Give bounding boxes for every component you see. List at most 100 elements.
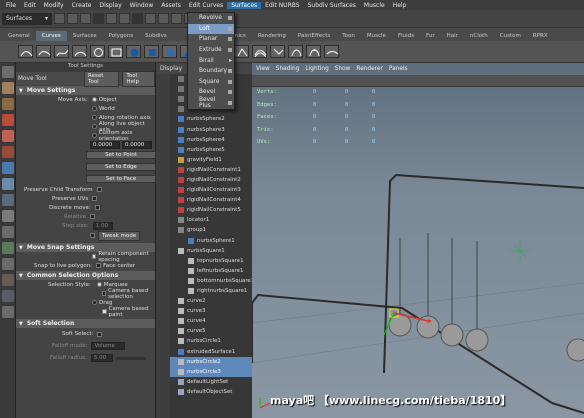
menu-modify[interactable]: Modify (40, 2, 68, 9)
outliner-item[interactable]: rigidNailConstraint5 (170, 205, 255, 215)
layout-icon[interactable] (2, 290, 14, 302)
shelf-tab-painteffects[interactable]: PaintEffects (292, 31, 336, 41)
axis-custom-radio[interactable] (92, 133, 97, 138)
option-box-icon[interactable] (228, 37, 232, 42)
relative-checkbox[interactable] (90, 214, 96, 219)
shelf-tab-custom[interactable]: Custom (494, 31, 527, 41)
falloff-radius-field[interactable]: 5.00 (90, 354, 113, 362)
outliner-item[interactable]: locator1 (170, 215, 255, 225)
outliner-item[interactable]: rigidNailConstraint2 (170, 175, 255, 185)
outliner-item[interactable]: nurbsSphere4 (170, 135, 255, 145)
bezier-icon[interactable] (306, 45, 321, 58)
viewport-menu-lighting[interactable]: Lighting (305, 66, 328, 75)
menu-display[interactable]: Display (96, 2, 126, 9)
tweak-mode-label[interactable]: Tweak mode (98, 231, 141, 241)
cylinder-icon[interactable] (162, 45, 177, 58)
common-selection-section[interactable]: ▼ Common Selection Options (16, 271, 155, 280)
shelf-tab-toon[interactable]: Toon (336, 31, 361, 41)
outliner-item[interactable]: nurbsSphere1 (170, 236, 255, 246)
save-scene-icon[interactable] (80, 13, 91, 24)
outliner-item[interactable]: nurbsSquare1 (170, 246, 255, 256)
viewport-menu-show[interactable]: Show (335, 66, 351, 75)
menu-subdiv-surfaces[interactable]: Subdiv Surfaces (304, 2, 360, 9)
option-box-icon[interactable] (228, 90, 232, 95)
outliner-item[interactable]: nurbsCircle3 (170, 366, 255, 377)
menu-edit-curves[interactable]: Edit Curves (185, 2, 227, 9)
option-box-icon[interactable] (228, 16, 232, 21)
marquee-radio[interactable] (96, 282, 102, 287)
outliner-item[interactable]: rigidNailConstraint1 (170, 165, 255, 175)
reset-tool-button[interactable]: Reset Tool (84, 70, 120, 87)
menu-set-dropdown[interactable]: Surfaces ▾ (2, 12, 52, 25)
option-box-icon[interactable] (228, 48, 232, 53)
shelf-tab-rendering[interactable]: Rendering (252, 31, 292, 41)
outliner-item[interactable]: nurbsCircle2 (170, 356, 255, 367)
viewport-menu-view[interactable]: View (256, 66, 270, 75)
move-settings-section[interactable]: ▼ Move Settings (16, 86, 155, 95)
outliner-item[interactable]: nurbsSphere5 (170, 145, 255, 155)
curve-edit-icon[interactable] (324, 45, 339, 58)
new-scene-icon[interactable] (54, 13, 65, 24)
outliner-display-menu[interactable]: Display (160, 65, 182, 72)
select-curves-icon[interactable] (171, 13, 182, 24)
surfaces-menu-item-extrude[interactable]: Extrude (188, 45, 234, 56)
camera-based-selection-checkbox[interactable] (102, 291, 107, 296)
offset-curve-icon[interactable] (252, 45, 267, 58)
menu-window[interactable]: Window (126, 2, 158, 9)
mask-icon[interactable] (132, 13, 143, 24)
option-box-icon[interactable] (228, 69, 232, 74)
step-size-field[interactable]: 1.00 (92, 221, 113, 230)
surfaces-menu-item-birail[interactable]: Birail ▸ (188, 55, 234, 66)
retain-spacing-checkbox[interactable] (92, 254, 97, 259)
surfaces-menu-item-revolve[interactable]: Revolve (188, 13, 234, 24)
select-by-object-icon[interactable] (106, 13, 117, 24)
camera-based-paint-checkbox[interactable] (102, 309, 107, 314)
menu-file[interactable]: File (2, 2, 20, 9)
menu-muscle[interactable]: Muscle (360, 2, 389, 9)
outliner-item[interactable]: group1 (170, 225, 255, 235)
shelf-tab-hair[interactable]: Hair (441, 31, 464, 41)
outliner-item[interactable]: defaultLightSet (170, 377, 255, 387)
persp-outliner-icon[interactable] (2, 242, 14, 254)
shelf-tab-rprx[interactable]: RPRX (527, 31, 554, 41)
universal-manipulator-icon[interactable] (2, 162, 14, 174)
soft-select-checkbox[interactable] (97, 331, 103, 337)
hypershade-icon[interactable] (2, 274, 14, 286)
extrude-icon[interactable] (234, 45, 249, 58)
outliner-item[interactable]: leftnurbsSquare1 (170, 266, 255, 276)
custom-axis-field-1[interactable]: 0.0000 (90, 140, 120, 149)
outliner-item[interactable]: topnurbsSquare1 (170, 256, 255, 266)
scale-tool-icon[interactable] (2, 146, 14, 158)
square-icon[interactable] (108, 45, 123, 58)
tweak-mode-checkbox[interactable] (90, 233, 95, 238)
set-to-face-button[interactable]: Set to Face (86, 175, 156, 183)
single-perspective-icon[interactable] (2, 210, 14, 222)
surfaces-menu-item-square[interactable]: Square (188, 77, 234, 88)
select-tool-icon[interactable] (2, 66, 14, 78)
axis-live-radio[interactable] (92, 124, 97, 129)
paint-select-icon[interactable] (2, 98, 14, 110)
preserve-uvs-checkbox[interactable] (92, 196, 98, 201)
circle-icon[interactable] (90, 45, 105, 58)
move-tool-icon[interactable] (2, 114, 14, 126)
soft-mod-icon[interactable] (2, 178, 14, 190)
menu-edit-nurbs[interactable]: Edit NURBS (261, 2, 303, 9)
pendulum-ball-4[interactable] (465, 328, 489, 352)
set-to-point-button[interactable]: Set to Point (86, 151, 156, 159)
select-by-component-icon[interactable] (119, 13, 130, 24)
axis-object-radio[interactable] (91, 97, 97, 102)
shelf-tab-subdivs[interactable]: Subdivs (139, 31, 173, 41)
discrete-move-checkbox[interactable] (94, 205, 100, 210)
outliner-item[interactable]: rigidNailConstraint4 (170, 195, 255, 205)
shelf-tab-fluids[interactable]: Fluids (392, 31, 420, 41)
outliner-item[interactable]: extrudedSurface1 (170, 347, 255, 357)
rotate-tool-icon[interactable] (2, 130, 14, 142)
open-scene-icon[interactable] (67, 13, 78, 24)
drag-radio[interactable] (92, 300, 97, 305)
surfaces-menu-item-bevel-plus[interactable]: Bevel Plus (188, 97, 234, 109)
outliner-item[interactable]: rightnurbsSquare1 (170, 286, 255, 296)
pendulum-ball-5[interactable] (566, 338, 584, 362)
cv-curve-icon[interactable] (18, 45, 33, 58)
perspective-viewport[interactable] (252, 63, 584, 418)
select-handles-icon[interactable] (145, 13, 156, 24)
